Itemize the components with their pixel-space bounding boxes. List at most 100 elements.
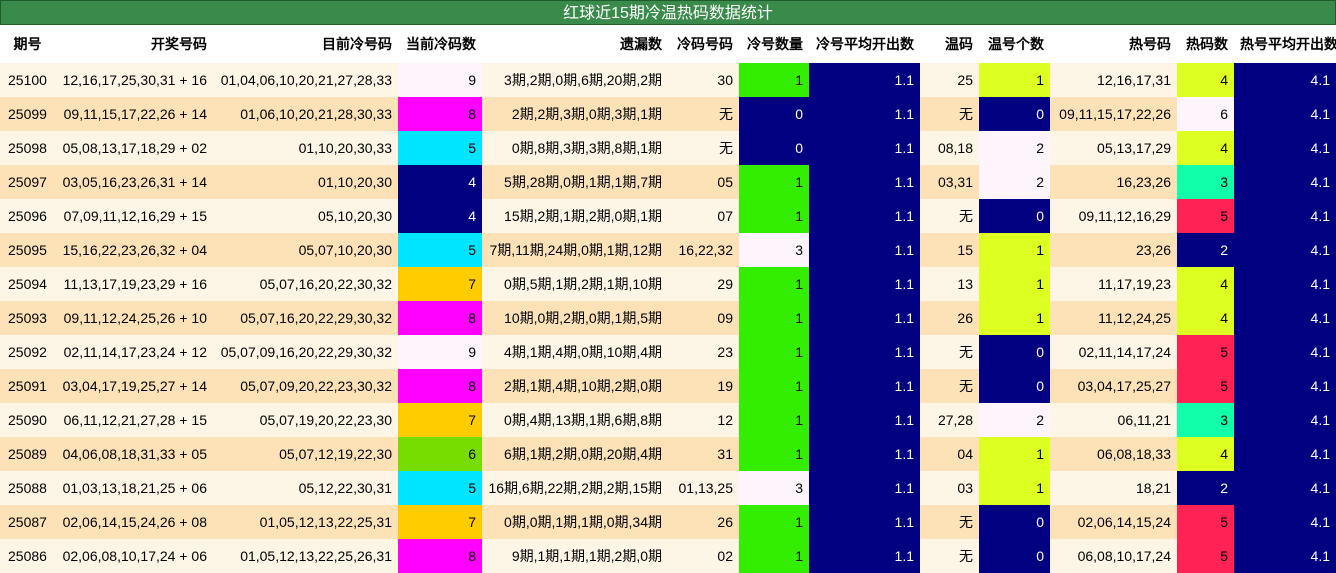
- table-row: 25093 09,11,12,24,25,26 + 10 05,07,16,20,2…: [0, 301, 1336, 335]
- table-row: 25091 03,04,17,19,25,27 + 14 05,07,09,20,2…: [0, 369, 1336, 403]
- cell-cold-qty: 1: [739, 505, 809, 539]
- cell-cold-nums: 12: [668, 403, 739, 437]
- cell-issue: 25097: [0, 165, 55, 199]
- cell-hot-avg: 4.1: [1234, 403, 1336, 437]
- table-row: 25094 11,13,17,19,23,29 + 16 05,07,16,20,2…: [0, 267, 1336, 301]
- cell-miss: 0期,4期,13期,1期,6期,8期: [482, 403, 668, 437]
- cell-warm: 13: [920, 267, 979, 301]
- cell-miss: 0期,0期,1期,1期,0期,34期: [482, 505, 668, 539]
- cell-warm-qty: 1: [979, 233, 1050, 267]
- header-warm-qty: 温号个数: [979, 25, 1050, 63]
- table-row: 25090 06,11,12,21,27,28 + 15 05,07,19,20,2…: [0, 403, 1336, 437]
- cell-cold-avg: 1.1: [809, 97, 920, 131]
- cell-hot-count: 6: [1177, 97, 1234, 131]
- cell-cold-now: 01,05,12,13,22,25,31: [213, 505, 398, 539]
- cell-cold-avg: 1.1: [809, 267, 920, 301]
- cell-issue: 25089: [0, 437, 55, 471]
- cell-issue: 25094: [0, 267, 55, 301]
- cell-cold-count: 9: [398, 335, 482, 369]
- cell-issue: 25095: [0, 233, 55, 267]
- cell-warm: 无: [920, 97, 979, 131]
- header-warm: 温码: [920, 25, 979, 63]
- cell-cold-nums: 26: [668, 505, 739, 539]
- cell-hot-nums: 06,08,18,33: [1050, 437, 1177, 471]
- cell-hot-nums: 12,16,17,31: [1050, 63, 1177, 97]
- cell-draw: 12,16,17,25,30,31 + 16: [55, 63, 213, 97]
- cell-cold-avg: 1.1: [809, 471, 920, 505]
- cell-cold-nums: 09: [668, 301, 739, 335]
- cell-hot-nums: 18,21: [1050, 471, 1177, 505]
- cell-miss: 16期,6期,22期,2期,2期,15期: [482, 471, 668, 505]
- cell-cold-now: 01,06,10,20,21,28,30,33: [213, 97, 398, 131]
- header-draw: 开奖号码: [55, 25, 213, 63]
- cell-cold-qty: 1: [739, 335, 809, 369]
- header-cold-qty: 冷号数量: [739, 25, 809, 63]
- cell-cold-count: 8: [398, 97, 482, 131]
- cell-draw: 05,08,13,17,18,29 + 02: [55, 131, 213, 165]
- cell-draw: 06,11,12,21,27,28 + 15: [55, 403, 213, 437]
- cell-cold-avg: 1.1: [809, 233, 920, 267]
- cell-cold-avg: 1.1: [809, 505, 920, 539]
- cell-hot-nums: 06,08,10,17,24: [1050, 539, 1177, 573]
- cell-issue: 25096: [0, 199, 55, 233]
- header-cold-avg: 冷号平均开出数: [809, 25, 920, 63]
- cell-miss: 10期,0期,2期,0期,1期,5期: [482, 301, 668, 335]
- cell-warm: 无: [920, 369, 979, 403]
- cell-issue: 25091: [0, 369, 55, 403]
- cell-draw: 09,11,12,24,25,26 + 10: [55, 301, 213, 335]
- table-row: 25089 04,06,08,18,31,33 + 05 05,07,12,19,2…: [0, 437, 1336, 471]
- cell-warm-qty: 2: [979, 165, 1050, 199]
- stats-table: 期号 开奖号码 目前冷号码 当前冷码数 遗漏数 冷码号码 冷号数量 冷号平均开出…: [0, 25, 1336, 573]
- cell-hot-count: 2: [1177, 471, 1234, 505]
- cell-hot-nums: 11,17,19,23: [1050, 267, 1177, 301]
- cell-hot-count: 4: [1177, 63, 1234, 97]
- cell-draw: 09,11,15,17,22,26 + 14: [55, 97, 213, 131]
- cell-hot-count: 5: [1177, 369, 1234, 403]
- header-hot-avg: 热号平均开出数: [1234, 25, 1336, 63]
- cell-cold-qty: 3: [739, 471, 809, 505]
- cell-draw: 02,11,14,17,23,24 + 12: [55, 335, 213, 369]
- table-row: 25088 01,03,13,18,21,25 + 06 05,12,22,30,3…: [0, 471, 1336, 505]
- cell-miss: 5期,28期,0期,1期,1期,7期: [482, 165, 668, 199]
- cell-cold-nums: 16,22,32: [668, 233, 739, 267]
- cell-miss: 0期,5期,1期,2期,1期,10期: [482, 267, 668, 301]
- cell-hot-nums: 09,11,12,16,29: [1050, 199, 1177, 233]
- cell-hot-nums: 16,23,26: [1050, 165, 1177, 199]
- cell-cold-avg: 1.1: [809, 369, 920, 403]
- cell-hot-avg: 4.1: [1234, 165, 1336, 199]
- cell-warm: 27,28: [920, 403, 979, 437]
- cell-hot-nums: 09,11,15,17,22,26: [1050, 97, 1177, 131]
- cell-hot-avg: 4.1: [1234, 335, 1336, 369]
- cell-hot-avg: 4.1: [1234, 131, 1336, 165]
- cell-cold-count: 4: [398, 199, 482, 233]
- cell-cold-nums: 30: [668, 63, 739, 97]
- cell-warm: 03,31: [920, 165, 979, 199]
- cell-warm-qty: 0: [979, 97, 1050, 131]
- cell-draw: 03,04,17,19,25,27 + 14: [55, 369, 213, 403]
- cell-warm: 25: [920, 63, 979, 97]
- cell-miss: 15期,2期,1期,2期,0期,1期: [482, 199, 668, 233]
- cell-warm: 无: [920, 539, 979, 573]
- cell-cold-qty: 1: [739, 403, 809, 437]
- cell-hot-count: 2: [1177, 233, 1234, 267]
- cell-warm-qty: 0: [979, 199, 1050, 233]
- header-cold-count: 当前冷码数: [398, 25, 482, 63]
- cell-issue: 25090: [0, 403, 55, 437]
- cell-cold-now: 05,10,20,30: [213, 199, 398, 233]
- cell-cold-qty: 1: [739, 301, 809, 335]
- cell-hot-avg: 4.1: [1234, 233, 1336, 267]
- cell-hot-avg: 4.1: [1234, 97, 1336, 131]
- cell-hot-avg: 4.1: [1234, 369, 1336, 403]
- cell-cold-nums: 29: [668, 267, 739, 301]
- cell-cold-count: 4: [398, 165, 482, 199]
- cell-miss: 7期,11期,24期,0期,1期,12期: [482, 233, 668, 267]
- cell-warm: 03: [920, 471, 979, 505]
- cell-miss: 0期,8期,3期,3期,8期,1期: [482, 131, 668, 165]
- cell-hot-count: 3: [1177, 403, 1234, 437]
- cell-cold-nums: 01,13,25: [668, 471, 739, 505]
- cell-cold-qty: 1: [739, 165, 809, 199]
- cell-hot-nums: 11,12,24,25: [1050, 301, 1177, 335]
- cell-hot-nums: 02,11,14,17,24: [1050, 335, 1177, 369]
- cell-warm-qty: 0: [979, 369, 1050, 403]
- cell-cold-count: 7: [398, 403, 482, 437]
